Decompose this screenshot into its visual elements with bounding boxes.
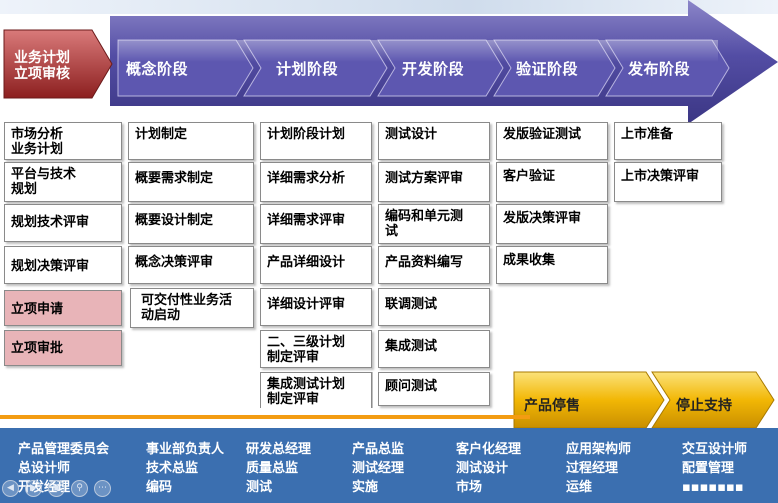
roles-column: 产品总监 测试经理 实施: [352, 440, 404, 497]
role-label: 客户化经理: [456, 442, 522, 457]
task-box: 发版决策评审: [496, 204, 608, 244]
task-box: 平台与技术 规划: [4, 162, 122, 202]
task-box: 客户验证: [496, 162, 608, 202]
roles-column: 客户化经理 测试设计 市场: [456, 440, 521, 497]
task-box: 成果收集: [496, 246, 608, 284]
task-box: 产品详细设计: [260, 246, 372, 284]
role-label: 配置管理: [682, 461, 735, 476]
role-label: 运维: [566, 480, 593, 495]
role-label: 编码: [146, 480, 173, 495]
task-box: 详细需求分析: [260, 162, 372, 202]
role-label: 技术总监: [146, 461, 199, 476]
task-box: 联调测试: [378, 288, 490, 326]
previous-icon[interactable]: ◀: [2, 480, 19, 497]
role-label: 测试: [246, 480, 273, 495]
review-line-2: 立项审核: [14, 66, 70, 82]
role-label: 研发总经理: [246, 442, 312, 457]
task-box: 集成测试: [378, 330, 490, 368]
task-box: 市场分析 业务计划: [4, 122, 122, 160]
task-box: 详细设计评审: [260, 288, 372, 326]
task-box: 详细需求评审: [260, 204, 372, 244]
phase-plan-label: 计划阶段: [276, 60, 339, 78]
task-box: 集成测试计划 制定评审: [260, 372, 372, 408]
next-icon[interactable]: ▶: [25, 480, 42, 497]
task-box-highlight: 立项审批: [4, 330, 122, 366]
task-box: 概念决策评审: [128, 246, 254, 284]
phase-release-label: 发布阶段: [628, 60, 691, 78]
task-box: 顾问测试: [378, 372, 490, 406]
task-box: 概要设计制定: [128, 204, 254, 244]
zoom-icon[interactable]: ⚲: [71, 480, 88, 497]
role-label: 事业部负责人: [146, 442, 225, 457]
phase-concept-label: 概念阶段: [126, 60, 189, 78]
review-arrow-label: 业务计划 立项审核: [14, 50, 70, 82]
task-box: 计划阶段计划: [260, 122, 372, 160]
more-icon[interactable]: ⋯: [94, 480, 111, 497]
role-label: 质量总监: [246, 461, 299, 476]
role-label: 测试设计: [456, 461, 509, 476]
roles-column: 研发总经理 质量总监 测试: [246, 440, 311, 497]
task-box: 规划决策评审: [4, 246, 122, 284]
phase-develop-label: 开发阶段: [402, 60, 465, 78]
task-box-highlight: 立项申请: [4, 290, 122, 326]
role-label: 过程经理: [566, 461, 619, 476]
role-label: 应用架构师: [566, 442, 632, 457]
role-label: 交互设计师: [682, 442, 748, 457]
task-box: 产品资料编写: [378, 246, 490, 284]
review-line-1: 业务计划: [14, 50, 70, 66]
task-box: 测试方案评审: [378, 162, 490, 202]
role-label: 实施: [352, 480, 379, 495]
task-box: 可交付性业务活 动启动: [130, 288, 254, 328]
role-label: 市场: [456, 480, 483, 495]
role-label: ▪▪▪▪▪▪▪: [682, 480, 744, 495]
task-box: 发版验证测试: [496, 122, 608, 160]
role-label: 产品管理委员会: [18, 442, 110, 457]
role-label: 总设计师: [18, 461, 71, 476]
roles-column: 应用架构师 过程经理 运维: [566, 440, 631, 497]
task-box: 概要需求制定: [128, 162, 254, 202]
end-sale-label: 产品停售: [524, 398, 580, 414]
task-box: 计划制定: [128, 122, 254, 160]
phase-verify-label: 验证阶段: [516, 60, 579, 78]
task-box: 编码和单元测 试: [378, 204, 490, 244]
task-box: 二、三级计划 制定评审: [260, 330, 372, 368]
task-box: 上市准备: [614, 122, 722, 160]
timeline-divider: [0, 415, 530, 419]
slideshow-controls: ◀ ▶ ▣ ⚲ ⋯: [2, 480, 111, 497]
roles-column: 交互设计师 配置管理 ▪▪▪▪▪▪▪: [682, 440, 747, 497]
role-label: 产品总监: [352, 442, 405, 457]
role-label: 测试经理: [352, 461, 405, 476]
task-box: 测试设计: [378, 122, 490, 160]
slides-icon[interactable]: ▣: [48, 480, 65, 497]
task-box: 规划技术评审: [4, 204, 122, 242]
task-box: 上市决策评审: [614, 162, 722, 202]
roles-column: 事业部负责人 技术总监 编码: [146, 440, 224, 497]
end-support-label: 停止支持: [676, 398, 732, 414]
